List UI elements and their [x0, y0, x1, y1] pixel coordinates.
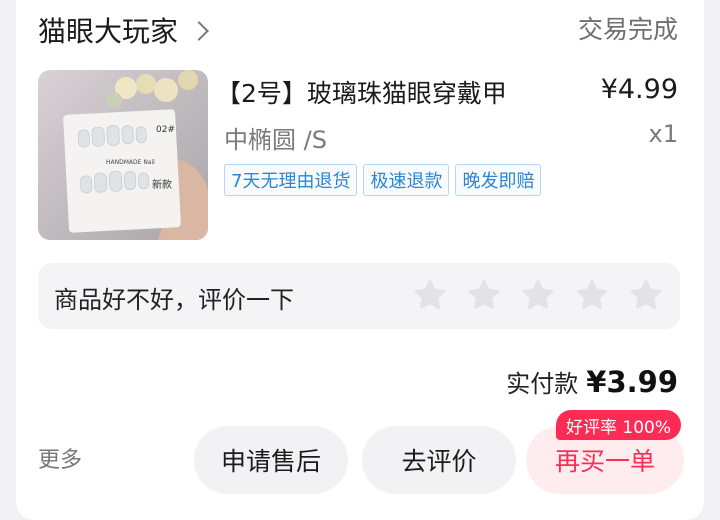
review-bar[interactable]: 商品好不好，评价一下: [38, 263, 680, 329]
payment-amount: ¥3.99: [586, 365, 678, 399]
review-prompt: 商品好不好，评价一下: [54, 286, 294, 314]
tag-return: 7天无理由退货: [224, 164, 358, 196]
payment-label: 实付款: [506, 370, 579, 398]
service-tags: 7天无理由退货 极速退款 晚发即赔: [224, 164, 542, 196]
shop-link[interactable]: 猫眼大玩家: [38, 10, 209, 50]
star-icon[interactable]: [466, 277, 502, 313]
image-label-new: 新款: [152, 178, 172, 191]
tag-fast-refund: 极速退款: [363, 164, 450, 196]
product-title[interactable]: 【2号】玻璃珠猫眼穿戴甲: [216, 74, 507, 110]
after-sales-button[interactable]: 申请售后: [194, 426, 348, 494]
order-status: 交易完成: [577, 15, 678, 44]
star-icon[interactable]: [574, 277, 610, 313]
order-card: 猫眼大玩家 交易完成 02# HANDMADE Nail 新款 【2号】玻璃珠猫…: [16, 0, 704, 520]
product-price: ¥4.99: [600, 74, 678, 105]
more-button[interactable]: 更多: [38, 442, 82, 474]
product-image[interactable]: 02# HANDMADE Nail 新款: [38, 70, 208, 240]
chevron-right-icon: [189, 21, 209, 41]
product-spec: 中椭圆 /S: [224, 126, 327, 154]
image-label-brand: HANDMADE Nail: [106, 159, 155, 166]
star-icon[interactable]: [412, 277, 448, 313]
rating-stars: [412, 277, 664, 313]
shop-name: 猫眼大玩家: [38, 15, 179, 48]
review-button[interactable]: 去评价: [362, 426, 516, 494]
product-image-illustration: 02# HANDMADE Nail 新款: [38, 70, 208, 240]
product-quantity: x1: [648, 120, 678, 148]
image-label-number: 02#: [156, 125, 175, 135]
star-icon[interactable]: [520, 277, 556, 313]
tag-late-compensation: 晚发即赔: [455, 164, 542, 196]
payment-summary: 实付款 ¥3.99: [506, 364, 678, 399]
rating-badge: 好评率 100%: [556, 410, 682, 440]
star-icon[interactable]: [628, 277, 664, 313]
